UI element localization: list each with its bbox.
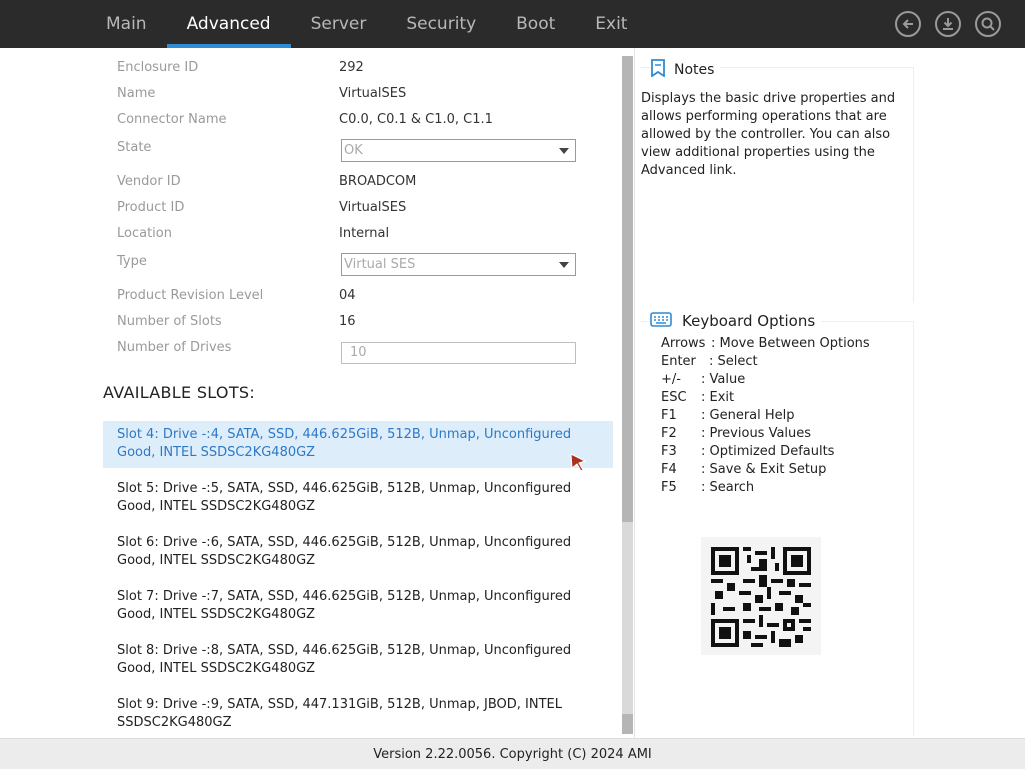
chevron-down-icon <box>559 262 569 268</box>
keyboard-icon <box>650 310 672 332</box>
keyboard-options-list: Arrows : Move Between Options Enter : Sele… <box>661 335 870 497</box>
product-revision-label: Product Revision Level <box>117 288 264 303</box>
kb-row: F2 : Previous Values <box>661 425 870 443</box>
product-id-label: Product ID <box>117 200 185 215</box>
notes-header: Notes <box>650 59 721 81</box>
kb-row: F1 : General Help <box>661 407 870 425</box>
number-of-slots-value: 16 <box>339 314 356 329</box>
enclosure-id-label: Enclosure ID <box>117 60 199 75</box>
state-select[interactable]: OK <box>341 139 576 162</box>
keyboard-options-header: Keyboard Options <box>650 310 822 332</box>
slot-item-7[interactable]: Slot 7: Drive -:7, SATA, SSD, 446.625GiB… <box>103 583 613 630</box>
kb-desc: : Exit <box>701 390 735 405</box>
kb-row: F3 : Optimized Defaults <box>661 443 870 461</box>
top-menu-bar: Main Advanced Server Security Boot Exit <box>0 0 1025 48</box>
tab-security[interactable]: Security <box>386 0 496 48</box>
tab-server[interactable]: Server <box>291 0 387 48</box>
product-id-value: VirtualSES <box>339 200 407 215</box>
kb-desc: : Optimized Defaults <box>701 444 835 459</box>
chevron-down-icon <box>559 148 569 154</box>
tab-advanced[interactable]: Advanced <box>166 0 291 48</box>
kb-key: F1 <box>661 408 677 423</box>
keyboard-options-title: Keyboard Options <box>682 312 816 330</box>
kb-key: F4 <box>661 462 677 477</box>
location-value: Internal <box>339 226 390 241</box>
scrollbar-thumb[interactable] <box>622 56 633 522</box>
kb-key: F3 <box>661 444 677 459</box>
enclosure-id-value: 292 <box>339 60 364 75</box>
location-label: Location <box>117 226 172 241</box>
number-of-slots-label: Number of Slots <box>117 314 222 329</box>
state-select-value: OK <box>344 143 363 158</box>
number-of-drives-label: Number of Drives <box>117 340 232 355</box>
notes-text: Displays the basic drive properties and … <box>641 91 896 178</box>
product-revision-value: 04 <box>339 288 356 303</box>
kb-row: Enter : Select <box>661 353 870 371</box>
kb-key: Arrows <box>661 336 706 351</box>
kb-desc: : Value <box>701 372 746 387</box>
name-label: Name <box>117 86 156 101</box>
notes-title: Notes <box>674 62 715 78</box>
kb-desc: : General Help <box>701 408 795 423</box>
bookmark-icon <box>650 59 666 81</box>
slot-item-8[interactable]: Slot 8: Drive -:8, SATA, SSD, 446.625GiB… <box>103 637 613 684</box>
search-icon[interactable] <box>975 11 1001 37</box>
number-of-drives-field[interactable]: 10 <box>341 342 576 364</box>
kb-desc: : Select <box>709 354 758 369</box>
tab-bar: Main Advanced Server Security Boot Exit <box>86 0 647 48</box>
available-slots-heading: AVAILABLE SLOTS: <box>103 383 256 402</box>
kb-key: Enter <box>661 354 696 369</box>
panel-divider <box>634 48 635 738</box>
kb-row: +/- : Value <box>661 371 870 389</box>
vendor-id-label: Vendor ID <box>117 174 181 189</box>
kb-row: F5 : Search <box>661 479 870 497</box>
tab-boot[interactable]: Boot <box>496 0 575 48</box>
back-arrow-icon[interactable] <box>895 11 921 37</box>
kb-row: ESC : Exit <box>661 389 870 407</box>
slot-item-5[interactable]: Slot 5: Drive -:5, SATA, SSD, 446.625GiB… <box>103 475 613 522</box>
kb-key: +/- <box>661 372 681 387</box>
qr-code-icon <box>701 537 821 655</box>
slot-item-9[interactable]: Slot 9: Drive -:9, SATA, SSD, 447.131GiB… <box>103 691 613 738</box>
connector-name-value: C0.0, C0.1 & C1.0, C1.1 <box>339 112 493 127</box>
top-icon-group <box>895 11 1001 37</box>
slot-item-4[interactable]: Slot 4: Drive -:4, SATA, SSD, 446.625GiB… <box>103 421 613 468</box>
tab-exit[interactable]: Exit <box>575 0 647 48</box>
state-label: State <box>117 140 152 155</box>
drive-properties-panel: Enclosure ID 292 Name VirtualSES Connect… <box>2 48 634 738</box>
kb-desc: : Search <box>701 480 755 495</box>
kb-row: F4 : Save & Exit Setup <box>661 461 870 479</box>
name-value: VirtualSES <box>339 86 407 101</box>
type-select[interactable]: Virtual SES <box>341 253 576 276</box>
kb-desc: : Move Between Options <box>711 336 870 351</box>
kb-desc: : Previous Values <box>701 426 812 441</box>
connector-name-label: Connector Name <box>117 112 227 127</box>
footer-copyright: Version 2.22.0056. Copyright (C) 2024 AM… <box>0 738 1025 769</box>
download-icon[interactable] <box>935 11 961 37</box>
kb-row: Arrows : Move Between Options <box>661 335 870 353</box>
slot-item-6[interactable]: Slot 6: Drive -:6, SATA, SSD, 446.625GiB… <box>103 529 613 576</box>
mouse-cursor-icon <box>569 452 589 476</box>
type-label: Type <box>117 254 147 269</box>
kb-key: ESC <box>661 390 687 405</box>
scrollbar-end[interactable] <box>622 714 633 734</box>
kb-key: F2 <box>661 426 677 441</box>
type-select-value: Virtual SES <box>344 257 416 272</box>
tab-main[interactable]: Main <box>86 0 167 48</box>
vendor-id-value: BROADCOM <box>339 174 417 189</box>
kb-desc: : Save & Exit Setup <box>701 462 827 477</box>
kb-key: F5 <box>661 480 677 495</box>
